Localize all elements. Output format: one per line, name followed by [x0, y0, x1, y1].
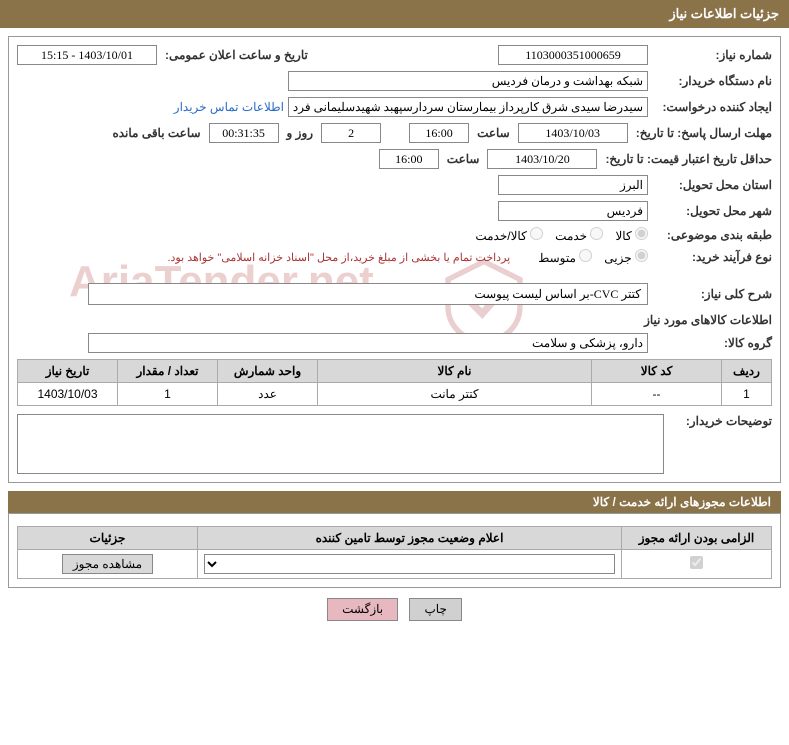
th-qty: تعداد / مقدار: [118, 360, 218, 383]
desc-field: [88, 283, 648, 305]
category-label: طبقه بندی موضوعی:: [652, 228, 772, 242]
th-status: اعلام وضعیت مجوز توسط تامین کننده: [198, 527, 622, 550]
buyer-contact-link[interactable]: اطلاعات تماس خریدار: [174, 100, 284, 114]
permits-header-row: الزامی بودن ارائه مجوز اعلام وضعیت مجوز …: [18, 527, 772, 550]
row-buyer-notes: توضیحات خریدار:: [17, 414, 772, 474]
buyer-notes-label: توضیحات خریدار:: [672, 414, 772, 428]
cell-details: مشاهده مجوز: [18, 550, 198, 579]
cell-row: 1: [722, 383, 772, 406]
announce-field: [17, 45, 157, 65]
radio-both[interactable]: کالا/خدمت: [475, 227, 543, 243]
th-code: کد کالا: [592, 360, 722, 383]
table-row: 1 -- کتتر مانت عدد 1 1403/10/03: [18, 383, 772, 406]
city-label: شهر محل تحویل:: [652, 204, 772, 218]
desc-label: شرح کلی نیاز:: [652, 287, 772, 301]
action-buttons-row: چاپ بازگشت: [0, 598, 789, 621]
radio-goods[interactable]: کالا: [615, 227, 648, 243]
th-date: تاریخ نیاز: [18, 360, 118, 383]
goods-group-field: [88, 333, 648, 353]
radio-both-label: کالا/خدمت: [475, 229, 526, 243]
validity-time-field: [379, 149, 439, 169]
goods-section-title: اطلاعات کالاهای مورد نیاز: [17, 313, 772, 327]
cell-qty: 1: [118, 383, 218, 406]
row-category: طبقه بندی موضوعی: کالا خدمت کالا/خدمت: [17, 227, 772, 243]
city-field: [498, 201, 648, 221]
radio-goods-label: کالا: [615, 229, 631, 243]
th-details: جزئیات: [18, 527, 198, 550]
remaining-label: ساعت باقی مانده: [108, 126, 204, 140]
row-goods-group: گروه کالا:: [17, 333, 772, 353]
permit-status-select[interactable]: [204, 554, 615, 574]
buyer-org-label: نام دستگاه خریدار:: [652, 74, 772, 88]
requester-label: ایجاد کننده درخواست:: [652, 100, 772, 114]
th-unit: واحد شمارش: [218, 360, 318, 383]
province-label: استان محل تحویل:: [652, 178, 772, 192]
validity-label: حداقل تاریخ اعتبار قیمت: تا تاریخ:: [601, 152, 772, 166]
view-permit-button[interactable]: مشاهده مجوز: [62, 554, 153, 574]
row-city: شهر محل تحویل:: [17, 201, 772, 221]
requester-field: [288, 97, 648, 117]
need-no-field: [498, 45, 648, 65]
row-purchase-type: نوع فرآیند خرید: جزیی متوسط پرداخت تمام …: [17, 249, 772, 265]
province-field: [498, 175, 648, 195]
back-button[interactable]: بازگشت: [327, 598, 398, 621]
radio-service[interactable]: خدمت: [555, 227, 603, 243]
radio-medium-label: متوسط: [538, 251, 576, 265]
permits-header: اطلاعات مجوزهای ارائه خدمت / کالا: [8, 491, 781, 513]
goods-table-header-row: ردیف کد کالا نام کالا واحد شمارش تعداد /…: [18, 360, 772, 383]
row-buyer-org: نام دستگاه خریدار:: [17, 71, 772, 91]
radio-service-label: خدمت: [555, 229, 587, 243]
cell-mandatory: [622, 550, 772, 579]
row-validity: حداقل تاریخ اعتبار قیمت: تا تاریخ: ساعت: [17, 149, 772, 169]
goods-table: ردیف کد کالا نام کالا واحد شمارش تعداد /…: [17, 359, 772, 406]
mandatory-checkbox: [690, 556, 703, 569]
permits-row: مشاهده مجوز: [18, 550, 772, 579]
cell-unit: عدد: [218, 383, 318, 406]
row-need-no: شماره نیاز: تاریخ و ساعت اعلان عمومی:: [17, 45, 772, 65]
th-row: ردیف: [722, 360, 772, 383]
goods-group-label: گروه کالا:: [652, 336, 772, 350]
radio-partial-label: جزیی: [604, 251, 631, 265]
need-no-label: شماره نیاز:: [652, 48, 772, 62]
purchase-type-radio-group: جزیی متوسط: [538, 249, 648, 265]
page-title-bar: جزئیات اطلاعات نیاز: [0, 0, 789, 28]
time-remaining-field: [209, 123, 279, 143]
cell-code: --: [592, 383, 722, 406]
buyer-org-field: [288, 71, 648, 91]
category-radio-group: کالا خدمت کالا/خدمت: [475, 227, 648, 243]
deadline-time-field: [409, 123, 469, 143]
permits-table: الزامی بودن ارائه مجوز اعلام وضعیت مجوز …: [17, 526, 772, 579]
permits-panel: الزامی بودن ارائه مجوز اعلام وضعیت مجوز …: [8, 513, 781, 588]
row-requester: ایجاد کننده درخواست: اطلاعات تماس خریدار: [17, 97, 772, 117]
row-deadline: مهلت ارسال پاسخ: تا تاریخ: ساعت روز و سا…: [17, 123, 772, 143]
row-province: استان محل تحویل:: [17, 175, 772, 195]
th-mandatory: الزامی بودن ارائه مجوز: [622, 527, 772, 550]
deadline-date-field: [518, 123, 628, 143]
days-remaining-field: [321, 123, 381, 143]
announce-label: تاریخ و ساعت اعلان عمومی:: [161, 48, 312, 62]
main-details-panel: AriaTender.net شماره نیاز: تاریخ و ساعت …: [8, 36, 781, 483]
days-and-label: روز و: [283, 126, 318, 140]
purchase-type-label: نوع فرآیند خرید:: [652, 250, 772, 264]
cell-date: 1403/10/03: [18, 383, 118, 406]
row-description: شرح کلی نیاز:: [17, 283, 772, 305]
deadline-time-label: ساعت: [473, 126, 514, 140]
validity-time-label: ساعت: [443, 152, 484, 166]
radio-medium[interactable]: متوسط: [538, 249, 592, 265]
deadline-label: مهلت ارسال پاسخ: تا تاریخ:: [632, 126, 772, 140]
print-button[interactable]: چاپ: [409, 598, 461, 621]
purchase-note: پرداخت تمام یا بخشی از مبلغ خرید،از محل …: [167, 251, 510, 264]
th-name: نام کالا: [318, 360, 592, 383]
buyer-notes-box: [17, 414, 664, 474]
page-title: جزئیات اطلاعات نیاز: [669, 6, 779, 21]
permits-header-text: اطلاعات مجوزهای ارائه خدمت / کالا: [593, 495, 771, 509]
radio-partial[interactable]: جزیی: [604, 249, 648, 265]
cell-status: [198, 550, 622, 579]
validity-date-field: [487, 149, 597, 169]
cell-name: کتتر مانت: [318, 383, 592, 406]
